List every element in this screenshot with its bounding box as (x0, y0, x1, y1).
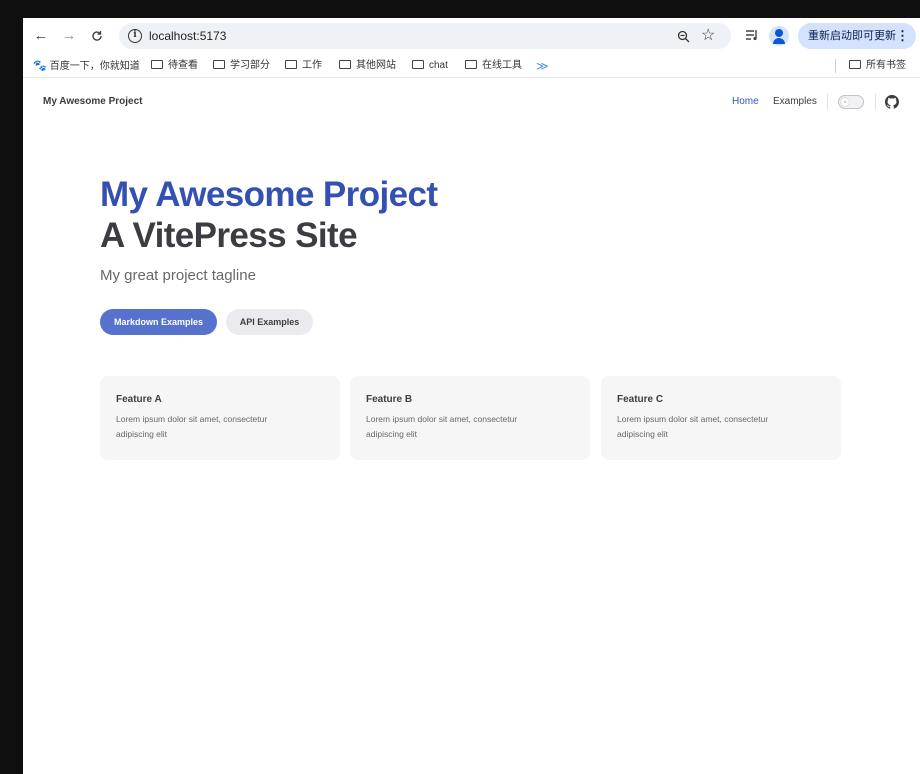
hero-name: My Awesome Project (100, 175, 438, 214)
back-icon[interactable]: ← (31, 26, 51, 46)
bookmark-folder-study[interactable]: 学习部分 (213, 54, 270, 78)
star-icon[interactable]: ☆ (701, 23, 715, 49)
browser-toolbar: ← → i localhost:5173 ☆ 重新启动即可更新 ⋮ (23, 18, 920, 54)
feature-details: Lorem ipsum dolor sit amet, consectetur … (617, 414, 769, 439)
site-navbar: My Awesome Project Home Examples ☼ (23, 79, 920, 125)
site-title[interactable]: My Awesome Project (43, 79, 142, 125)
info-icon[interactable]: i (128, 29, 142, 43)
update-button[interactable]: 重新启动即可更新 ⋮ (798, 23, 916, 49)
folder-icon (285, 60, 297, 69)
bookmark-folder-work[interactable]: 工作 (285, 54, 322, 78)
bookmark-folder-chat[interactable]: chat (412, 54, 448, 78)
bookmark-extension-icon[interactable]: ≫ (536, 54, 549, 78)
nav-home-link[interactable]: Home (732, 79, 759, 125)
menu-icon[interactable]: ⋮ (896, 23, 909, 49)
zoom-icon[interactable] (677, 23, 690, 49)
bookmark-folder-pending[interactable]: 待查看 (151, 54, 198, 78)
browser-window: ← → i localhost:5173 ☆ 重新启动即可更新 ⋮ 🐾 百度一下，… (23, 18, 920, 774)
folder-icon (339, 60, 351, 69)
bookmark-folder-online-tools[interactable]: 在线工具 (465, 54, 522, 78)
sun-icon: ☼ (841, 98, 849, 106)
feature-title: Feature C (617, 394, 664, 405)
feature-title: Feature B (366, 394, 413, 405)
feature-card-b: Feature B Lorem ipsum dolor sit amet, co… (350, 376, 590, 460)
feature-details: Lorem ipsum dolor sit amet, consectetur … (366, 414, 518, 439)
reload-icon[interactable] (87, 26, 107, 46)
github-icon[interactable] (885, 95, 899, 109)
folder-icon (412, 60, 424, 69)
folder-icon (849, 60, 861, 69)
folder-icon (465, 60, 477, 69)
media-icon[interactable] (743, 25, 761, 47)
bookmarks-bar: 🐾 百度一下，你就知道 待查看 学习部分 工作 其他网站 chat 在线工具 ≫ … (23, 54, 920, 78)
baidu-paw-icon: 🐾 (33, 60, 47, 72)
forward-icon[interactable]: → (59, 26, 79, 46)
folder-icon (213, 60, 225, 69)
nav-examples-link[interactable]: Examples (773, 79, 817, 125)
update-label: 重新启动即可更新 (808, 30, 896, 42)
nav-divider (827, 94, 828, 110)
feature-details: Lorem ipsum dolor sit amet, consectetur … (116, 414, 268, 439)
profile-icon[interactable] (769, 26, 789, 46)
hero-tagline: My great project tagline (100, 267, 256, 284)
appearance-toggle[interactable]: ☼ (838, 95, 864, 109)
url-text[interactable]: localhost:5173 (149, 23, 226, 49)
api-examples-button[interactable]: API Examples (226, 309, 313, 335)
feature-title: Feature A (116, 394, 162, 405)
all-bookmarks[interactable]: 所有书签 (849, 54, 906, 78)
bookmark-baidu[interactable]: 🐾 百度一下，你就知道 (33, 54, 140, 78)
markdown-examples-button[interactable]: Markdown Examples (100, 309, 217, 335)
feature-card-a: Feature A Lorem ipsum dolor sit amet, co… (100, 376, 340, 460)
address-bar[interactable]: i localhost:5173 ☆ (119, 23, 731, 49)
folder-icon (151, 60, 163, 69)
bookmark-folder-other-sites[interactable]: 其他网站 (339, 54, 396, 78)
bookmarks-divider (835, 59, 836, 73)
nav-divider (875, 94, 876, 110)
hero-text: A VitePress Site (100, 216, 358, 255)
feature-card-c: Feature C Lorem ipsum dolor sit amet, co… (601, 376, 841, 460)
